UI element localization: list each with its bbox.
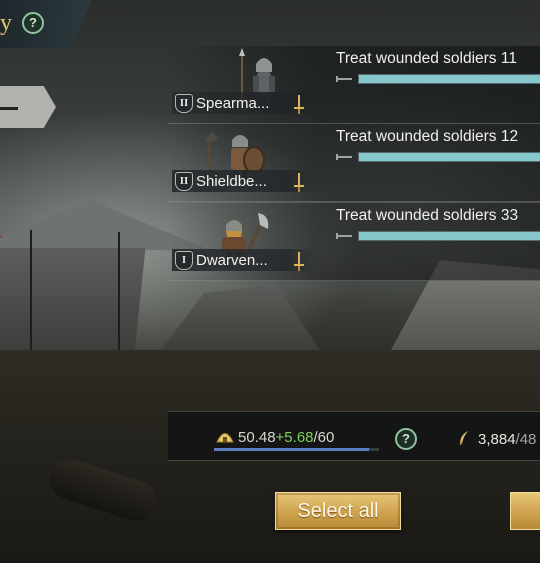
- sword-icon[interactable]: [292, 94, 306, 116]
- capacity-current: 50.48: [238, 429, 276, 446]
- treat-slider[interactable]: [358, 74, 540, 84]
- troop-name[interactable]: Shieldbe...: [196, 173, 267, 190]
- tent-pole: [118, 232, 120, 357]
- select-all-button[interactable]: Select all: [275, 492, 401, 530]
- heal-button[interactable]: [510, 492, 540, 530]
- minus-icon[interactable]: [336, 154, 352, 160]
- troop-name[interactable]: Dwarven...: [196, 252, 268, 269]
- resource-panel: 50.48+5.68/60 ? 3,884/48: [168, 411, 540, 461]
- tent-left: [0, 248, 146, 353]
- tent-pole: [30, 230, 32, 360]
- hut-icon: [216, 433, 234, 443]
- capacity-bar-fill: [214, 448, 370, 451]
- minus-icon[interactable]: [336, 76, 352, 82]
- capacity-bar: [214, 448, 379, 451]
- capacity-readout: 50.48+5.68/60: [238, 429, 334, 446]
- troop-name[interactable]: Spearma...: [196, 95, 269, 112]
- treat-label: Treat wounded soldiers 11: [336, 50, 517, 67]
- minus-icon[interactable]: [336, 233, 352, 239]
- feather-icon: [459, 431, 468, 446]
- help-button[interactable]: ?: [22, 12, 44, 34]
- sword-icon[interactable]: [292, 172, 306, 194]
- gold-max: /48: [515, 431, 537, 448]
- troop-row: II Shieldbe... Treat wounded soldiers 12: [168, 124, 540, 202]
- page-title: y: [0, 10, 12, 36]
- capacity-max: /60: [313, 429, 335, 446]
- troop-row: II Spearma... Treat wounded soldiers 11: [168, 46, 540, 124]
- gold-amount: 3,884: [478, 431, 516, 448]
- treat-label: Treat wounded soldiers 12: [336, 128, 519, 145]
- capacity-added: +5.68: [275, 429, 314, 446]
- slider-fill: [359, 75, 540, 83]
- tier-badge: II: [175, 94, 193, 113]
- slider-fill: [359, 153, 540, 161]
- treat-slider[interactable]: [358, 231, 540, 241]
- slider-fill: [359, 232, 540, 240]
- treat-label: Treat wounded soldiers 33: [336, 207, 519, 224]
- gold-readout: 3,884/48: [478, 431, 536, 448]
- minus-icon: [0, 107, 18, 110]
- treat-slider[interactable]: [358, 152, 540, 162]
- troop-row: I Dwarven... Treat wounded soldiers 33: [168, 203, 540, 281]
- capacity-help-button[interactable]: ?: [395, 428, 417, 450]
- tier-badge: II: [175, 172, 193, 191]
- tier-badge: I: [175, 251, 193, 270]
- sword-icon[interactable]: [292, 251, 306, 273]
